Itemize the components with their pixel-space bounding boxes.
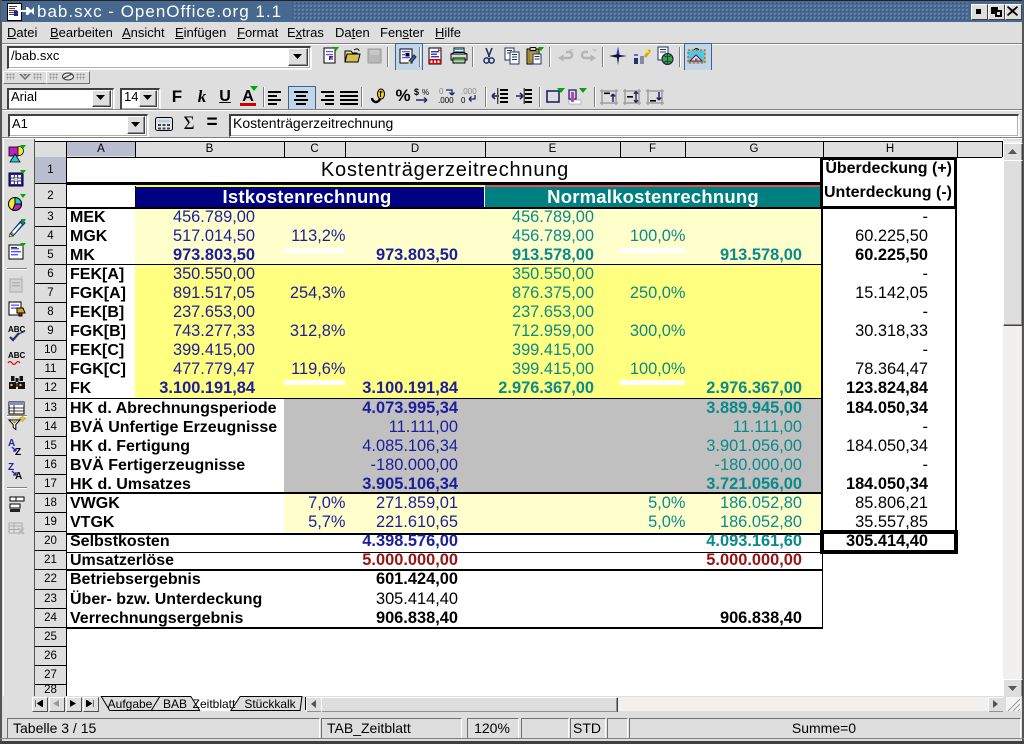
svg-text:%: % — [422, 88, 429, 97]
svg-text:ABC: ABC — [8, 351, 26, 360]
svg-text:0: 0 — [461, 96, 466, 104]
svg-text:.000: .000 — [438, 96, 454, 104]
svg-text:$: $ — [414, 87, 419, 97]
svg-text:.000: .000 — [461, 87, 477, 96]
svg-text:0: 0 — [439, 87, 444, 96]
